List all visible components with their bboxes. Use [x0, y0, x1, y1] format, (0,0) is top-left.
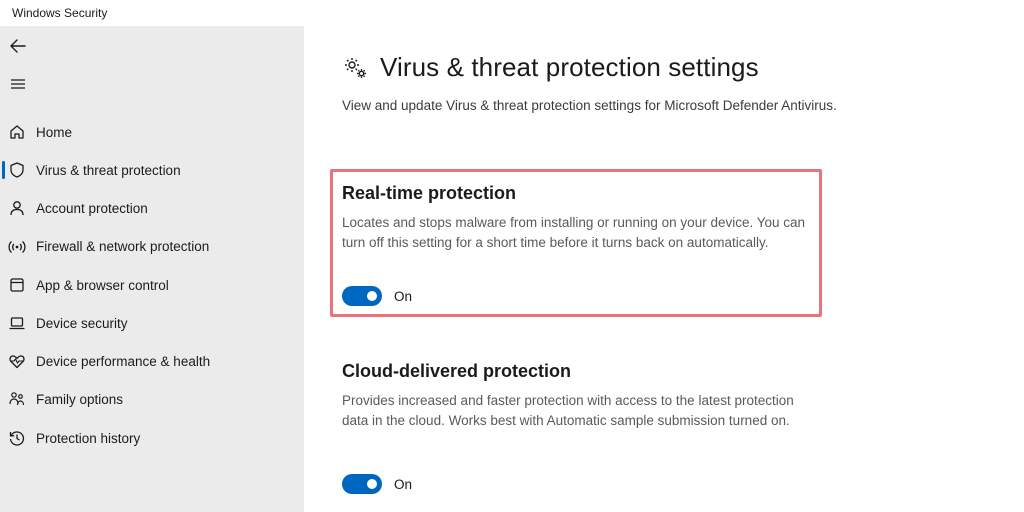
sidebar-item-label: App & browser control	[36, 277, 169, 293]
section-title-real-time-protection: Real-time protection	[342, 183, 517, 203]
title-bar: Windows Security	[0, 0, 1024, 26]
app-window-icon	[8, 276, 26, 294]
page-header: Virus & threat protection settings	[342, 52, 759, 83]
real-time-protection-toggle[interactable]: On	[342, 286, 412, 306]
gears-icon	[345, 57, 366, 78]
sidebar-item-label: Family options	[36, 391, 124, 407]
toggle-state-label: On	[394, 288, 413, 304]
main-content: Virus & threat protection settings View …	[304, 26, 1024, 512]
toggle-knob	[367, 479, 377, 489]
toggle-knob	[367, 291, 377, 301]
sidebar-item-label: Device security	[36, 315, 128, 331]
sidebar-item-virus-threat-protection[interactable]: Virus & threat protection	[0, 153, 304, 187]
home-icon	[8, 123, 26, 141]
active-indicator	[2, 161, 5, 179]
sidebar-item-label: Home	[36, 124, 73, 140]
heart-pulse-icon	[8, 352, 26, 370]
family-icon	[8, 390, 26, 408]
laptop-icon	[8, 314, 26, 332]
sidebar-item-label: Account protection	[36, 200, 148, 216]
sidebar-item-device-security[interactable]: Device security	[0, 306, 304, 340]
wifi-signal-icon	[8, 237, 26, 255]
sidebar-item-firewall-network-protection[interactable]: Firewall & network protection	[0, 229, 304, 263]
sidebar-item-label: Protection history	[36, 430, 141, 446]
back-arrow-icon	[10, 39, 26, 53]
page-title: Virus & threat protection settings	[380, 52, 759, 82]
sidebar-item-label: Firewall & network protection	[36, 238, 210, 254]
page-description: View and update Virus & threat protectio…	[342, 98, 837, 113]
menu-button[interactable]	[6, 72, 30, 96]
person-icon	[8, 199, 26, 217]
window-title: Windows Security	[12, 6, 108, 20]
sidebar: Home Virus & threat protection Account p…	[0, 26, 304, 512]
toggle-switch[interactable]	[342, 474, 382, 494]
hamburger-icon	[11, 79, 25, 89]
sidebar-item-protection-history[interactable]: Protection history	[0, 421, 304, 455]
sidebar-item-home[interactable]: Home	[0, 115, 304, 149]
back-button[interactable]	[6, 34, 30, 58]
section-title-cloud-delivered-protection: Cloud-delivered protection	[342, 361, 572, 381]
sidebar-item-device-performance-health[interactable]: Device performance & health	[0, 344, 304, 378]
toggle-switch[interactable]	[342, 286, 382, 306]
shield-icon	[8, 161, 26, 179]
toggle-state-label: On	[394, 476, 413, 492]
sidebar-item-family-options[interactable]: Family options	[0, 382, 304, 416]
sidebar-item-label: Virus & threat protection	[36, 162, 181, 178]
sidebar-item-label: Device performance & health	[36, 353, 211, 369]
section-description-cloud-delivered-protection: Provides increased and faster protection…	[342, 393, 794, 428]
section-description-real-time-protection: Locates and stops malware from installin…	[342, 215, 806, 250]
history-icon	[8, 429, 26, 447]
cloud-delivered-protection-toggle[interactable]: On	[342, 474, 412, 494]
sidebar-item-app-browser-control[interactable]: App & browser control	[0, 268, 304, 302]
sidebar-item-account-protection[interactable]: Account protection	[0, 191, 304, 225]
